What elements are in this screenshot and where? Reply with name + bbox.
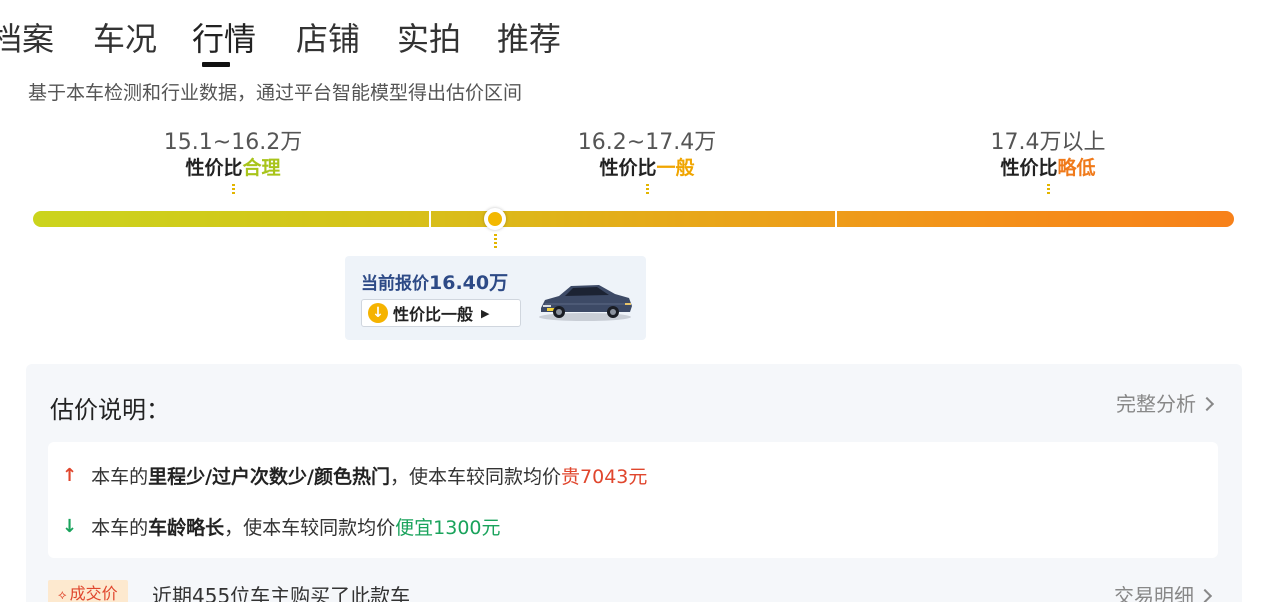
transaction-details-label: 交易明细 — [1114, 584, 1194, 602]
price-range-low: 17.4万以上 性价比略低 — [918, 130, 1178, 194]
chevron-right-icon — [1199, 396, 1215, 412]
tab-market[interactable]: 行情 — [192, 14, 256, 60]
reason-mid: ，使本车较同款均价 — [390, 466, 562, 488]
range-verdict: 性价比略低 — [918, 156, 1178, 180]
reason-item-down: ↓ 本车的 车龄略长 ，使本车较同款均价 便宜1300元 — [62, 513, 501, 540]
deal-row: ⟡ 成交价 近期455位车主购买了此款车 交易明细 — [48, 580, 1218, 602]
reason-delta: 贵7043元 — [561, 466, 648, 488]
bar-separator — [429, 211, 431, 227]
verdict-button[interactable]: ↓ 性价比一般 ▶ — [361, 299, 521, 327]
deal-tag-icon: ⟡ — [58, 588, 67, 602]
up-arrow-icon: ↑ — [62, 465, 78, 486]
tab-recommend[interactable]: 推荐 — [497, 14, 561, 60]
tab-photos[interactable]: 实拍 — [397, 14, 461, 60]
panel-title: 估价说明： — [50, 396, 170, 424]
verdict-prefix: 性价比 — [185, 157, 243, 179]
deal-summary: 近期455位车主购买了此款车 — [152, 584, 411, 602]
price-range-average: 16.2~17.4万 性价比一般 — [517, 130, 777, 194]
marker-connector — [494, 234, 497, 248]
reason-pre: 本车的 — [91, 517, 149, 539]
reason-item-up: ↑ 本车的 里程少/过户次数少/颜色热门 ，使本车较同款均价 贵7043元 — [62, 462, 647, 489]
deal-tag-label: 成交价 — [69, 584, 118, 602]
full-analysis-link[interactable]: 完整分析 — [1116, 388, 1215, 417]
range-price: 16.2~17.4万 — [577, 130, 717, 155]
range-connector — [1046, 184, 1050, 194]
down-arrow-icon: ↓ — [62, 516, 78, 537]
verdict-suffix: 一般 — [656, 157, 695, 179]
verdict-suffix: 合理 — [242, 157, 281, 179]
reason-factor: 里程少/过户次数少/颜色热门 — [148, 466, 390, 488]
car-image — [539, 285, 632, 321]
tab-store[interactable]: 店铺 — [296, 14, 360, 60]
active-tab-indicator — [202, 62, 230, 67]
quote-price: 16.40万 — [429, 272, 509, 294]
quote-prefix: 当前报价 — [361, 274, 429, 294]
deal-price-tag: ⟡ 成交价 — [48, 580, 128, 602]
verdict-label: 性价比一般 — [393, 305, 474, 324]
reason-mid: ，使本车较同款均价 — [224, 517, 396, 539]
reason-pre: 本车的 — [91, 466, 149, 488]
tab-condition[interactable]: 车况 — [93, 14, 157, 60]
current-quote-card: 当前报价16.40万 ↓ 性价比一般 ▶ — [345, 256, 646, 340]
range-verdict: 性价比合理 — [103, 156, 363, 180]
current-quote: 当前报价16.40万 — [361, 268, 508, 295]
full-analysis-label: 完整分析 — [1116, 392, 1196, 416]
down-arrow-circle-icon: ↓ — [368, 303, 388, 323]
range-connector — [231, 184, 235, 194]
valuation-explanation-panel: 估价说明： 完整分析 ↑ 本车的 里程少/过户次数少/颜色热门 ，使本车较同款均价贵… — [26, 364, 1242, 602]
transaction-details-link[interactable]: 交易明细 — [1114, 580, 1213, 602]
reason-delta: 便宜1300元 — [395, 517, 501, 539]
play-triangle-icon: ▶ — [481, 306, 490, 320]
page-subtitle: 基于本车检测和行业数据，通过平台智能模型得出估价区间 — [28, 82, 523, 104]
bar-separator — [835, 211, 837, 227]
current-price-marker — [484, 208, 506, 230]
reasons-list: ↑ 本车的 里程少/过户次数少/颜色热门 ，使本车较同款均价 贵7043元 ↓ 本车的… — [48, 442, 1218, 558]
price-gradient-bar — [33, 211, 1234, 227]
price-range-reasonable: 15.1~16.2万 性价比合理 — [103, 130, 363, 194]
range-price: 17.4万以上 — [990, 130, 1106, 155]
verdict-suffix: 略低 — [1057, 157, 1096, 179]
tab-archive[interactable]: 档案 — [0, 14, 54, 60]
range-connector — [645, 184, 649, 194]
reason-factor: 车龄略长 — [148, 517, 225, 539]
range-price: 15.1~16.2万 — [163, 130, 303, 155]
chevron-right-icon — [1197, 588, 1213, 602]
range-verdict: 性价比一般 — [517, 156, 777, 180]
verdict-prefix: 性价比 — [1000, 157, 1058, 179]
verdict-prefix: 性价比 — [599, 157, 657, 179]
